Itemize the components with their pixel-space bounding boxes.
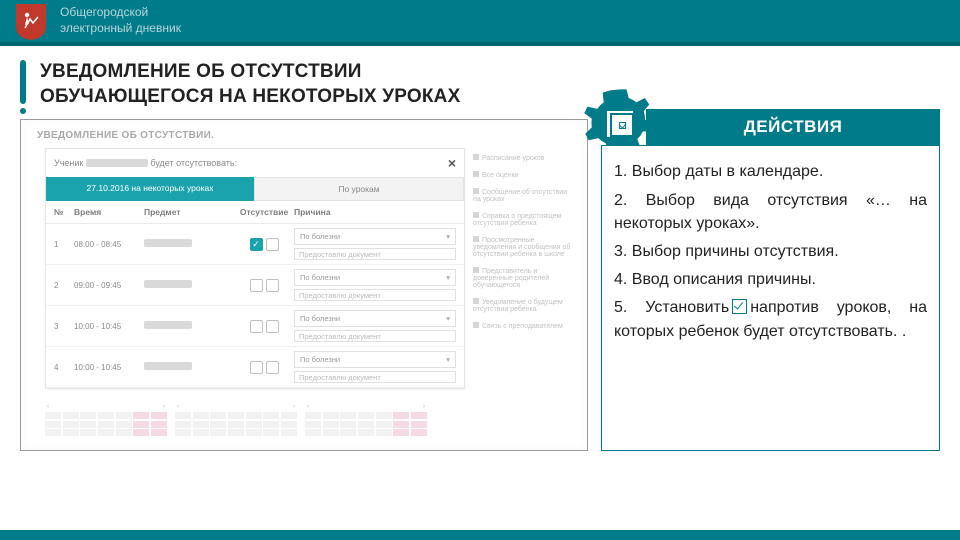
page-title: УВЕДОМЛЕНИЕ ОБ ОТСУТСТВИИ ОБУЧАЮЩЕГОСЯ Н… (40, 60, 460, 109)
brand-line1: Общегородской (60, 5, 181, 21)
title-line1: УВЕДОМЛЕНИЕ ОБ ОТСУТСТВИИ (40, 61, 362, 82)
actions-panel: ДЕЙСТВИЯ 1. Выбор даты в календаре. 2. В… (602, 119, 940, 451)
mock-side-item: Расписание уроков (471, 150, 575, 167)
page-title-row: УВЕДОМЛЕНИЕ ОБ ОТСУТСТВИИ ОБУЧАЮЩЕГОСЯ Н… (0, 46, 960, 119)
brand-name: Общегородской электронный дневник (60, 5, 181, 36)
action-step: 2. Выбор вида отсутствия «… на некоторых… (614, 189, 927, 235)
absence-checkbox[interactable] (250, 279, 263, 292)
checkbox-list-icon (610, 113, 634, 137)
exclamation-icon (20, 60, 26, 104)
absence-checkbox[interactable]: ✓ (250, 238, 263, 251)
reason-input[interactable]: Предоставлю документ (294, 371, 456, 383)
reason-input[interactable]: Предоставлю документ (294, 248, 456, 260)
brand-line2: электронный дневник (60, 21, 181, 37)
absence-checkbox[interactable] (250, 361, 263, 374)
reason-select[interactable]: По болезни▾ (294, 228, 456, 245)
absence-checkbox-secondary[interactable] (266, 279, 279, 292)
mock-side-item: Связь с преподавателем (471, 318, 575, 335)
app-header: Общегородской электронный дневник (0, 0, 960, 46)
action-step: 1. Выбор даты в календаре. (614, 160, 927, 183)
mock-calendar: ‹› (45, 403, 167, 436)
tab-by-some-lessons[interactable]: 27.10.2016 на некоторых уроках (46, 177, 254, 201)
mock-side-item: Справка о предстоящем отсутствии ребенка (471, 208, 575, 232)
mock-modal-head: Ученик будет отсутствовать: × (46, 149, 464, 177)
mock-side-item: Уведомление о будущем отсутствии ребенка (471, 294, 575, 318)
absence-checkbox-secondary[interactable] (266, 361, 279, 374)
reason-select[interactable]: По болезни▾ (294, 310, 456, 327)
table-row: 310:00 - 10:45По болезни▾Предоставлю док… (46, 306, 464, 347)
mock-tabs: 27.10.2016 на некоторых уроках По урокам (46, 177, 464, 201)
city-crest-icon (12, 2, 50, 40)
action-step: 3. Выбор причины отсутствия. (614, 240, 927, 263)
actions-body: 1. Выбор даты в календаре. 2. Выбор вида… (601, 145, 940, 451)
mock-side-item: Просмотренные уведомления и сообщения об… (471, 232, 575, 263)
absence-checkbox-secondary[interactable] (266, 320, 279, 333)
mock-table-header: № Время Предмет Отсутствие Причина (46, 201, 464, 224)
reason-input[interactable]: Предоставлю документ (294, 289, 456, 301)
action-step: 5. Установитьнапротив уроков, на которых… (614, 296, 927, 342)
app-screenshot-mock: УВЕДОМЛЕНИЕ ОБ ОТСУТСТВИИ. Расписание ур… (20, 119, 588, 451)
reason-input[interactable]: Предоставлю документ (294, 330, 456, 342)
table-row: 108:00 - 08:45✓По болезни▾Предоставлю до… (46, 224, 464, 265)
mock-side-item: Представитель и доверенные родителей обу… (471, 263, 575, 294)
mock-table-body: 108:00 - 08:45✓По болезни▾Предоставлю до… (46, 224, 464, 388)
mock-side-item: Все оценки (471, 167, 575, 184)
mock-calendar-strip: ‹› ‹› ‹› (27, 397, 581, 442)
actions-title: ДЕЙСТВИЯ (646, 109, 940, 145)
absence-checkbox[interactable] (250, 320, 263, 333)
mock-calendar: ‹› (175, 403, 297, 436)
redacted-name (86, 159, 148, 167)
checkbox-icon (732, 299, 747, 314)
close-icon[interactable]: × (448, 155, 456, 171)
mock-calendar: ‹› (305, 403, 427, 436)
reason-select[interactable]: По болезни▾ (294, 351, 456, 368)
absence-checkbox-secondary[interactable] (266, 238, 279, 251)
reason-select[interactable]: По болезни▾ (294, 269, 456, 286)
footer-bar (0, 530, 960, 540)
tab-by-lessons[interactable]: По урокам (254, 177, 464, 201)
table-row: 410:00 - 10:45По болезни▾Предоставлю док… (46, 347, 464, 388)
mock-side-item: Сообщение об отсутствии на уроках (471, 184, 575, 208)
action-step: 4. Ввод описания причины. (614, 268, 927, 291)
mock-side-menu: Расписание уроков Все оценки Сообщение о… (471, 150, 575, 335)
mock-modal: Ученик будет отсутствовать: × 27.10.2016… (45, 148, 465, 389)
title-line2: ОБУЧАЮЩЕГОСЯ НА НЕКОТОРЫХ УРОКАХ (40, 86, 460, 107)
mock-window-title: УВЕДОМЛЕНИЕ ОБ ОТСУТСТВИИ. (27, 126, 581, 149)
table-row: 209:00 - 09:45По болезни▾Предоставлю док… (46, 265, 464, 306)
